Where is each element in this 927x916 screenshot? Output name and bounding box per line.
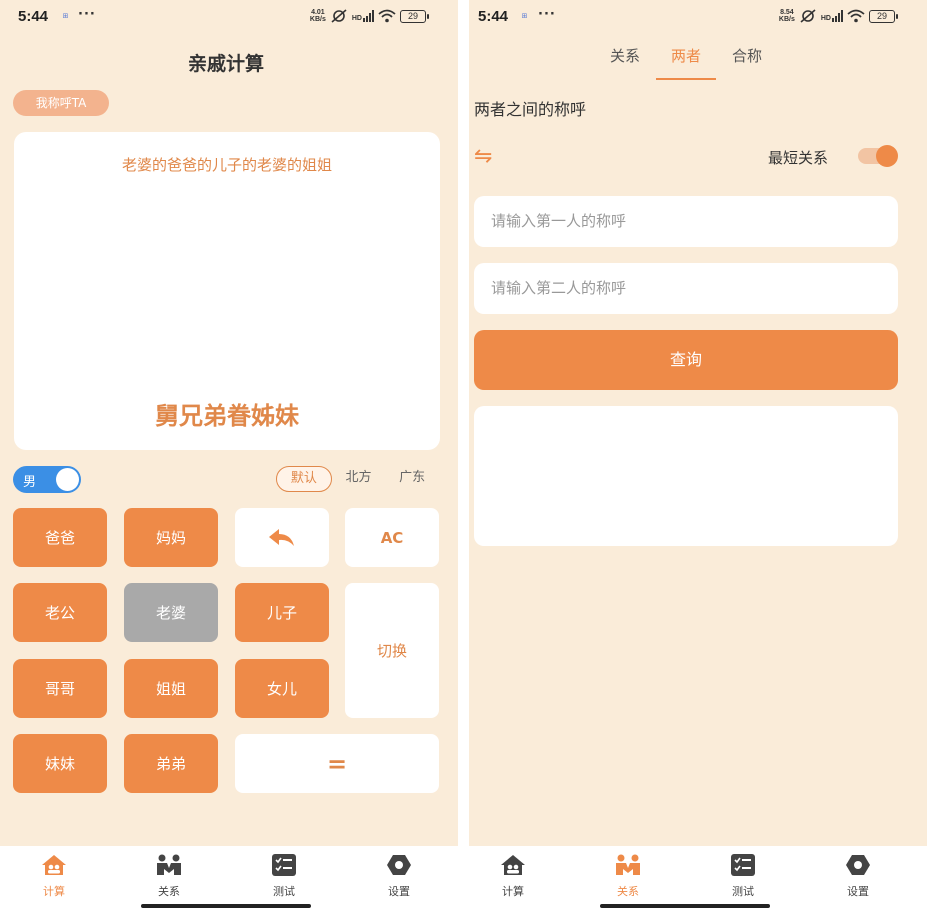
checklist-icon <box>272 854 296 876</box>
status-time: 5:44 <box>478 8 509 25</box>
alarm-off-icon <box>800 9 816 23</box>
key-wife[interactable]: 老婆 <box>124 583 218 642</box>
status-icons: 8.54 KB/s HD 29 <box>778 9 898 23</box>
notification-icon: ⊞ <box>62 12 69 20</box>
key-elder-sister[interactable]: 姐姐 <box>124 659 218 718</box>
backspace-key[interactable] <box>235 508 329 567</box>
nav-calc[interactable]: 计算 <box>24 854 84 899</box>
tab-relation[interactable]: 关系 <box>595 45 655 66</box>
battery-icon: 29 <box>400 9 429 23</box>
battery-icon: 29 <box>869 9 898 23</box>
notification-icon: ⊞ <box>521 12 528 20</box>
calculator-screen: 5:44 ⊞ ··· 4.01 KB/s HD 29 亲戚计算 我称呼TA 老婆的… <box>0 0 458 916</box>
dialect-selector: 默认 北方 广东 <box>276 466 439 492</box>
call-ta-button[interactable]: 我称呼TA <box>13 90 109 116</box>
status-icons: 4.01 KB/s HD 29 <box>309 9 429 23</box>
first-person-input[interactable]: 请输入第一人的称呼 <box>474 196 898 247</box>
key-younger-brother[interactable]: 弟弟 <box>124 734 218 793</box>
settings-icon <box>846 855 870 875</box>
tab-combined-name[interactable]: 合称 <box>717 45 777 66</box>
nav-relation[interactable]: 关系 <box>598 854 658 899</box>
nav-calc[interactable]: 计算 <box>483 854 543 899</box>
more-notifications-icon: ··· <box>78 7 96 22</box>
dialect-cantonese[interactable]: 广东 <box>385 466 439 492</box>
key-father[interactable]: 爸爸 <box>13 508 107 567</box>
network-speed: 4.01 KB/s <box>309 9 326 23</box>
clear-key[interactable]: AC <box>345 508 439 567</box>
section-title: 两者之间的称呼 <box>474 100 587 119</box>
key-son[interactable]: 儿子 <box>235 583 329 642</box>
home-indicator[interactable] <box>600 904 770 908</box>
equals-key[interactable]: = <box>235 734 439 793</box>
nav-settings[interactable]: 设置 <box>369 854 429 899</box>
status-time: 5:44 <box>18 8 49 25</box>
sex-toggle[interactable]: 男 <box>13 466 81 493</box>
swap-icon[interactable]: ⇋ <box>474 144 492 169</box>
checklist-icon <box>731 854 755 876</box>
status-bar: 5:44 ⊞ ··· 8.54 KB/s HD 29 <box>469 0 927 34</box>
home-people-icon <box>42 855 66 875</box>
home-people-icon <box>501 855 525 875</box>
key-younger-sister[interactable]: 妹妹 <box>13 734 107 793</box>
tab-both[interactable]: 两者 <box>656 45 716 66</box>
active-tab-indicator <box>656 78 716 80</box>
nav-test[interactable]: 测试 <box>713 854 773 899</box>
wifi-icon <box>378 9 396 23</box>
wifi-icon <box>847 9 865 23</box>
key-daughter[interactable]: 女儿 <box>235 659 329 718</box>
relation-expression: 老婆的爸爸的儿子的老婆的姐姐 <box>121 156 332 174</box>
toggle-knob <box>876 145 898 167</box>
network-speed: 8.54 KB/s <box>778 9 795 23</box>
home-indicator[interactable] <box>141 904 311 908</box>
screens-divider <box>458 0 469 916</box>
key-elder-brother[interactable]: 哥哥 <box>13 659 107 718</box>
relation-screen: 5:44 ⊞ ··· 8.54 KB/s HD 29 关系 两者 合称 两者之间的… <box>469 0 927 916</box>
status-bar: 5:44 ⊞ ··· 4.01 KB/s HD 29 <box>0 0 458 34</box>
people-icon <box>157 854 181 875</box>
more-notifications-icon: ··· <box>538 7 556 22</box>
result-display: 老婆的爸爸的儿子的老婆的姐姐 舅兄弟眷姊妹 <box>14 132 440 450</box>
nav-test[interactable]: 测试 <box>254 854 314 899</box>
sex-toggle-knob <box>56 468 79 491</box>
relation-tabs: 关系 两者 合称 <box>469 45 927 81</box>
signal-icon: HD <box>352 10 374 22</box>
settings-icon <box>387 855 411 875</box>
query-button[interactable]: 查询 <box>474 330 898 390</box>
sex-label: 男 <box>23 475 37 490</box>
relation-result: 舅兄弟眷姊妹 <box>155 402 299 430</box>
key-husband[interactable]: 老公 <box>13 583 107 642</box>
shortest-relation-label: 最短关系 <box>768 149 829 167</box>
undo-arrow-icon <box>269 528 294 546</box>
dialect-north[interactable]: 北方 <box>332 466 386 492</box>
signal-icon: HD <box>821 10 843 22</box>
page-title: 亲戚计算 <box>187 53 264 75</box>
dialect-default[interactable]: 默认 <box>276 466 332 492</box>
key-mother[interactable]: 妈妈 <box>124 508 218 567</box>
switch-key[interactable]: 切换 <box>345 583 439 718</box>
query-result-box <box>474 406 898 546</box>
nav-relation[interactable]: 关系 <box>139 854 199 899</box>
nav-settings[interactable]: 设置 <box>828 854 888 899</box>
second-person-input[interactable]: 请输入第二人的称呼 <box>474 263 898 314</box>
shortest-relation-toggle[interactable] <box>858 145 898 167</box>
alarm-off-icon <box>331 9 347 23</box>
people-icon <box>616 854 640 875</box>
